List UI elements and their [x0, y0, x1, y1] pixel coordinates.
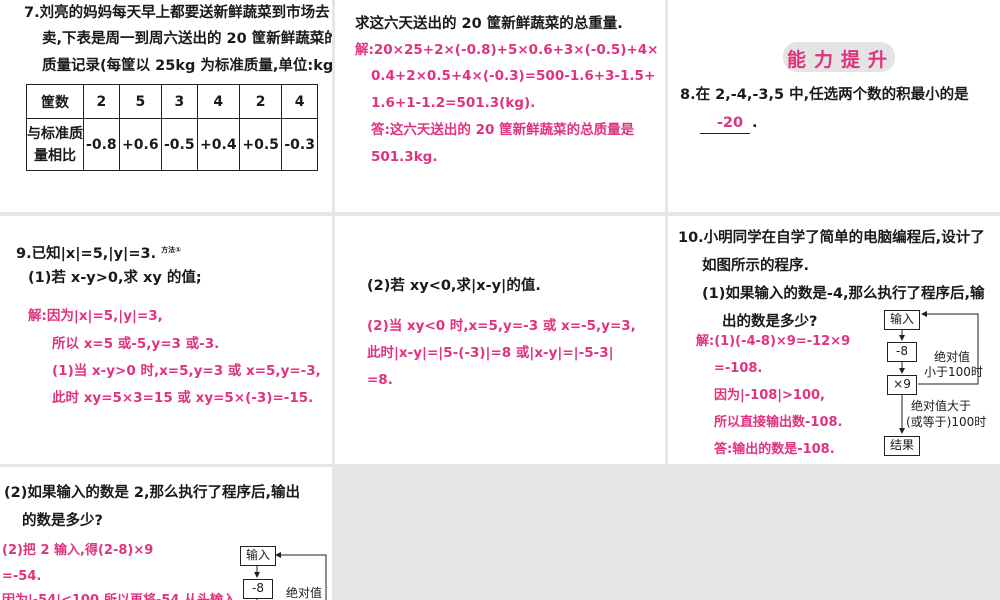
q7-solution-1: 解:20×25+2×(-0.8)+5×0.6+3×(-0.5)+4×	[355, 42, 659, 58]
table-cell: -0.5	[160, 118, 198, 171]
q7-solution-3: 1.6+1-1.2=501.3(kg).	[371, 95, 536, 111]
q9-title: 9.已知|x|=5,|y|=3. 方法①	[16, 240, 181, 264]
table-cell: -0.3	[281, 118, 318, 171]
table-cell: 3	[160, 84, 198, 119]
banner-char: 升	[868, 49, 888, 71]
q9-part2: (2)若 xy<0,求|x-y|的值.	[367, 278, 541, 294]
flow-label-ge-b: (或等于)100时	[906, 415, 987, 429]
table-cell: 5	[118, 84, 162, 119]
table-cell: +0.5	[238, 118, 283, 171]
q9-solution-3: (1)当 x-y>0 时,x=5,y=3 或 x=5,y=-3,	[52, 363, 321, 379]
table-cell: 4	[196, 84, 240, 119]
q9-part2-solution-2: 此时|x-y|=|5-(-3)|=8 或|x-y|=|-5-3|	[367, 345, 614, 361]
q9-part2-solution-3: =8.	[367, 372, 393, 388]
q7-question: 求这六天送出的 20 筐新鲜蔬菜的总重量.	[355, 16, 623, 32]
q7-solution-2: 0.4+2×0.5+4×(-0.3)=500-1.6+3-1.5+	[371, 68, 656, 84]
q9-solution-1: 解:因为|x|=5,|y|=3,	[28, 308, 163, 324]
flow-result-box: 结果	[884, 436, 920, 456]
empty-area	[335, 467, 1000, 600]
flow-label-lt100: 小于100时	[924, 365, 983, 379]
table-header-diff-a: 与标准质	[27, 125, 83, 142]
section-banner: 能 力 提 升	[783, 42, 895, 72]
table-cell: +0.6	[118, 118, 162, 171]
q7-solution-4: 答:这六天送出的 20 筐新鲜蔬菜的总质量是	[371, 122, 635, 138]
table-cell: 4	[281, 84, 318, 119]
method-badge: 方法①	[161, 246, 182, 254]
flow2-label-abs: 绝对值	[285, 586, 322, 600]
table-header-diff: 与标准质 量相比	[26, 118, 84, 171]
q7-line-2: 卖,下表是周一到周六送出的 20 筐新鲜蔬菜的	[42, 31, 332, 47]
banner-char: 力	[814, 49, 834, 71]
q7-solution-5: 501.3kg.	[371, 149, 438, 165]
table-cell: 2	[238, 84, 283, 119]
flow2-minus-8-box: -8	[243, 579, 273, 599]
table-header-count: 筐数	[26, 84, 84, 119]
panel-q10-part1: 10.小明同学在自学了简单的电脑编程后,设计了 如图所示的程序. (1)如果输入…	[668, 216, 1000, 464]
table-cell: +0.4	[196, 118, 240, 171]
q7-line-3: 质量记录(每筐以 25kg 为标准质量,单位:kg).	[42, 58, 332, 74]
q8-question: 8.在 2,-4,-3,5 中,任选两个数的积最小的是	[680, 87, 969, 103]
panel-q7: 7.刘亮的妈妈每天早上都要送新鲜蔬菜到市场去 卖,下表是周一到周六送出的 20 …	[0, 0, 332, 212]
flow-times-9-box: ×9	[887, 375, 917, 395]
flowchart2-arrows	[254, 552, 327, 600]
panel-q9-part1: 9.已知|x|=5,|y|=3. 方法① (1)若 x-y>0,求 xy 的值;…	[0, 216, 332, 464]
panel-q10-part2: (2)如果输入的数是 2,那么执行了程序后,输出 的数是多少? (2)把 2 输…	[0, 467, 332, 600]
flow-minus-8-box: -8	[887, 342, 917, 362]
flow-label-abs: 绝对值	[933, 350, 970, 364]
q8-answer-blank	[700, 133, 750, 134]
q9-solution-2: 所以 x=5 或-5,y=3 或-3.	[52, 336, 220, 352]
q9-part1: (1)若 x-y>0,求 xy 的值;	[28, 270, 202, 286]
q9-part2-solution-1: (2)当 xy<0 时,x=5,y=-3 或 x=-5,y=3,	[367, 318, 636, 334]
q8-period: .	[752, 115, 758, 131]
flow-input-box: 输入	[884, 310, 920, 330]
panel-q8	[668, 0, 1000, 212]
q9-title-text: 9.已知|x|=5,|y|=3.	[16, 245, 157, 262]
banner-char: 提	[841, 49, 861, 71]
flow2-input-box: 输入	[240, 546, 276, 566]
q9-solution-4: 此时 xy=5×3=15 或 xy=5×(-3)=-15.	[52, 390, 314, 406]
q8-answer: -20	[716, 115, 744, 131]
table-cell: -0.8	[83, 118, 120, 171]
q7-line-1: 7.刘亮的妈妈每天早上都要送新鲜蔬菜到市场去	[24, 5, 330, 21]
panel-q7-solution: 求这六天送出的 20 筐新鲜蔬菜的总重量. 解:20×25+2×(-0.8)+5…	[335, 0, 665, 212]
table-header-diff-b: 量相比	[34, 147, 76, 164]
banner-char: 能	[787, 49, 807, 71]
table-cell: 2	[83, 84, 120, 119]
panel-q9-part2: (2)若 xy<0,求|x-y|的值. (2)当 xy<0 时,x=5,y=-3…	[335, 216, 665, 464]
q7-record-table: 筐数 2 5 3 4 2 4 与标准质 量相比 -0.8 +0.6 -0.5 +…	[26, 84, 318, 171]
flow-label-ge-a: 绝对值大于	[910, 399, 971, 413]
